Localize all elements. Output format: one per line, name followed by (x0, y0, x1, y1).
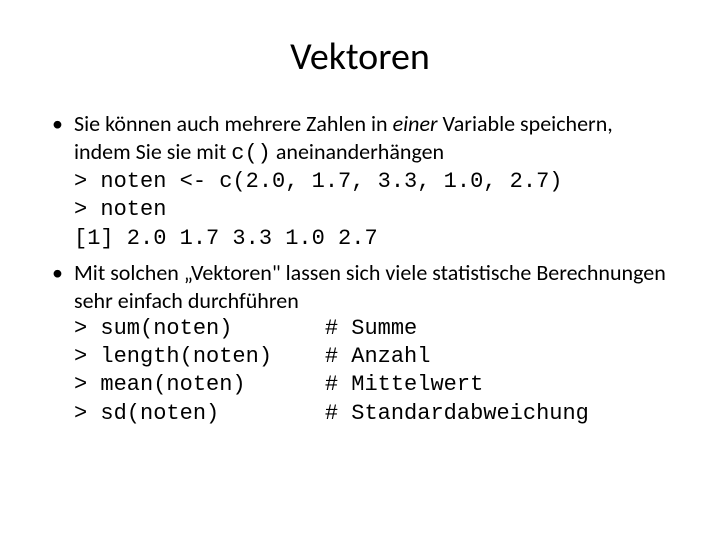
bullet-list: Sie können auch mehrere Zahlen in einer … (48, 110, 672, 428)
bullet-item-1: Sie können auch mehrere Zahlen in einer … (48, 110, 672, 253)
bullet2-text: Mit solchen „Vektoren" lassen sich viele… (74, 259, 666, 314)
bullet-item-2: Mit solchen „Vektoren" lassen sich viele… (48, 259, 672, 428)
code-block-1: > noten <- c(2.0, 1.7, 3.3, 1.0, 2.7) > … (74, 168, 672, 252)
slide: Vektoren Sie können auch mehrere Zahlen … (0, 0, 720, 540)
slide-title: Vektoren (48, 34, 672, 80)
code-block-2: > sum(noten) # Summe > length(noten) # A… (74, 315, 672, 428)
bullet1-inline-code: c() (231, 141, 271, 166)
bullet1-text-3: aneinanderhängen (271, 138, 444, 165)
bullet1-em: einer (393, 110, 438, 137)
bullet1-text-1: Sie können auch mehrere Zahlen in (74, 110, 393, 137)
